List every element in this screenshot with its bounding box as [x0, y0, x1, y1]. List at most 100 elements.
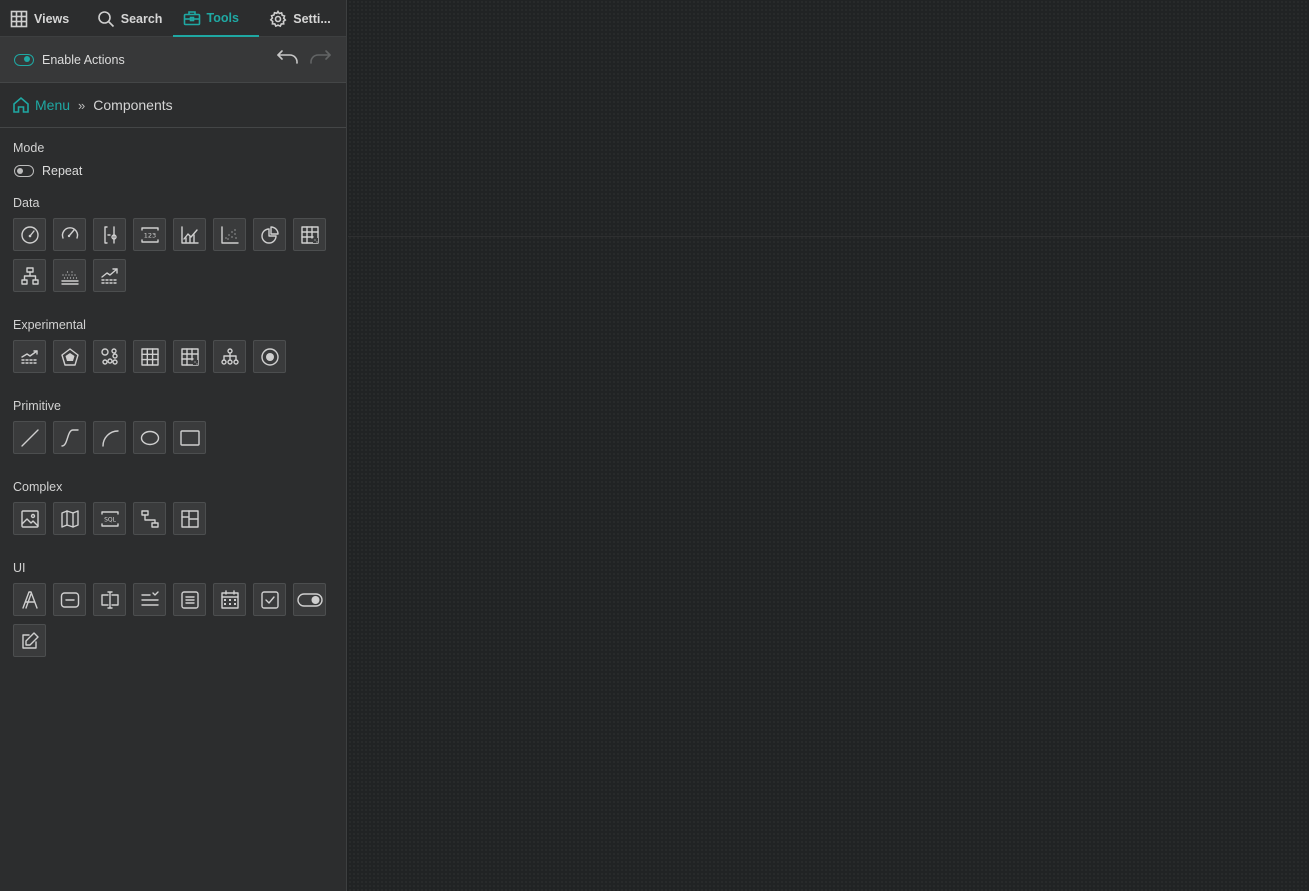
mode-title: Mode	[13, 141, 45, 155]
flow-icon	[140, 509, 159, 528]
calendar-tool[interactable]	[213, 583, 246, 616]
edit-icon	[21, 631, 39, 649]
text-icon	[21, 590, 38, 609]
experimental-tools-grid	[13, 340, 333, 381]
arc-tool[interactable]	[93, 421, 126, 454]
repeat-toggle[interactable]	[14, 165, 34, 177]
home-icon[interactable]	[12, 96, 35, 114]
tab-search[interactable]: Search	[87, 0, 173, 37]
section-title-ui: UI	[13, 561, 26, 575]
grid-table-icon	[180, 347, 199, 366]
cluster-icon	[100, 347, 118, 365]
tab-settings[interactable]: Setti...	[259, 0, 346, 37]
area-trend-tool[interactable]	[13, 340, 46, 373]
tab-bar: Views Search Tools Setti...	[0, 0, 346, 37]
checkbox-tool[interactable]	[253, 583, 286, 616]
sql-icon: SQL	[100, 510, 119, 527]
grid-table-tool[interactable]	[173, 340, 206, 373]
list-box-tool[interactable]	[173, 583, 206, 616]
tab-tools[interactable]: Tools	[172, 0, 260, 37]
tree-icon	[20, 266, 39, 285]
tab-views-label: Views	[34, 11, 70, 26]
line-tool[interactable]	[13, 421, 46, 454]
trend-icon	[100, 267, 119, 284]
gauge-icon	[20, 225, 39, 244]
button-tool[interactable]	[53, 583, 86, 616]
enable-actions-toggle[interactable]	[14, 53, 34, 66]
graph-tool[interactable]	[213, 340, 246, 373]
section-title-primitive: Primitive	[13, 399, 61, 413]
primitive-tools-grid	[13, 421, 333, 462]
map-icon	[60, 509, 79, 528]
gauge-tool[interactable]	[13, 218, 46, 251]
tab-search-label: Search	[120, 11, 163, 26]
section-primitive: Primitive	[13, 399, 333, 462]
sql-tool[interactable]: SQL	[93, 502, 126, 535]
checkbox-icon	[260, 590, 279, 609]
tab-settings-label: Setti...	[293, 11, 331, 26]
section-title-data: Data	[13, 196, 40, 210]
line-chart-icon	[180, 225, 199, 244]
complex-tools-grid: SQL	[13, 502, 333, 543]
flow-tool[interactable]	[133, 502, 166, 535]
redo-button[interactable]	[308, 47, 332, 72]
ellipse-icon	[140, 430, 159, 445]
line-icon	[20, 428, 39, 447]
button-icon	[60, 591, 79, 608]
text-tool[interactable]	[13, 583, 46, 616]
scatter-tool[interactable]	[213, 218, 246, 251]
grid-icon	[10, 10, 28, 27]
section-data: Data 123	[13, 196, 333, 300]
section-title-complex: Complex	[13, 480, 63, 494]
input-tool[interactable]	[93, 583, 126, 616]
curve-icon	[60, 428, 79, 447]
repeat-label: Repeat	[42, 164, 83, 178]
radar-icon	[60, 347, 79, 366]
tree-tool[interactable]	[13, 259, 46, 292]
redo-icon	[310, 50, 331, 64]
svg-text:SQL: SQL	[104, 516, 117, 523]
radial-gauge-tool[interactable]	[53, 218, 86, 251]
search-icon	[97, 10, 114, 27]
dots-baseline-tool[interactable]	[53, 259, 86, 292]
select-icon	[140, 590, 159, 606]
select-tool[interactable]	[133, 583, 166, 616]
range-tool[interactable]	[93, 218, 126, 251]
workspace-canvas[interactable]	[348, 0, 1309, 891]
curve-tool[interactable]	[53, 421, 86, 454]
tab-views[interactable]: Views	[0, 0, 87, 37]
rectangle-tool[interactable]	[173, 421, 206, 454]
pie-chart-tool[interactable]	[253, 218, 286, 251]
breadcrumb-menu-link[interactable]: Menu	[35, 97, 70, 113]
table-icon	[140, 347, 159, 366]
sidebar: Views Search Tools Setti... Enable Actio…	[0, 0, 347, 891]
arc-icon	[101, 429, 119, 447]
section-title-experimental: Experimental	[13, 318, 86, 332]
canvas-guide-line	[348, 236, 1309, 237]
radar-tool[interactable]	[53, 340, 86, 373]
edit-tool[interactable]	[13, 624, 46, 657]
undo-icon	[277, 50, 298, 64]
image-icon	[20, 509, 39, 528]
number-tool[interactable]: 123	[133, 218, 166, 251]
area-trend-icon	[20, 349, 39, 364]
layout-tool[interactable]	[173, 502, 206, 535]
table-tool[interactable]	[133, 340, 166, 373]
svg-text:123: 123	[143, 231, 155, 239]
undo-redo-group	[276, 47, 332, 72]
heatmap-tool[interactable]	[293, 218, 326, 251]
toggle-tool[interactable]	[293, 583, 326, 616]
radial-gauge-icon	[61, 226, 78, 239]
target-icon	[260, 347, 279, 366]
input-icon	[100, 590, 119, 609]
trend-tool[interactable]	[93, 259, 126, 292]
breadcrumb-current: Components	[93, 97, 173, 113]
undo-button[interactable]	[276, 47, 300, 72]
cluster-tool[interactable]	[93, 340, 126, 373]
map-tool[interactable]	[53, 502, 86, 535]
target-tool[interactable]	[253, 340, 286, 373]
ellipse-tool[interactable]	[133, 421, 166, 454]
image-tool[interactable]	[13, 502, 46, 535]
layout-icon	[180, 509, 199, 528]
line-chart-tool[interactable]	[173, 218, 206, 251]
